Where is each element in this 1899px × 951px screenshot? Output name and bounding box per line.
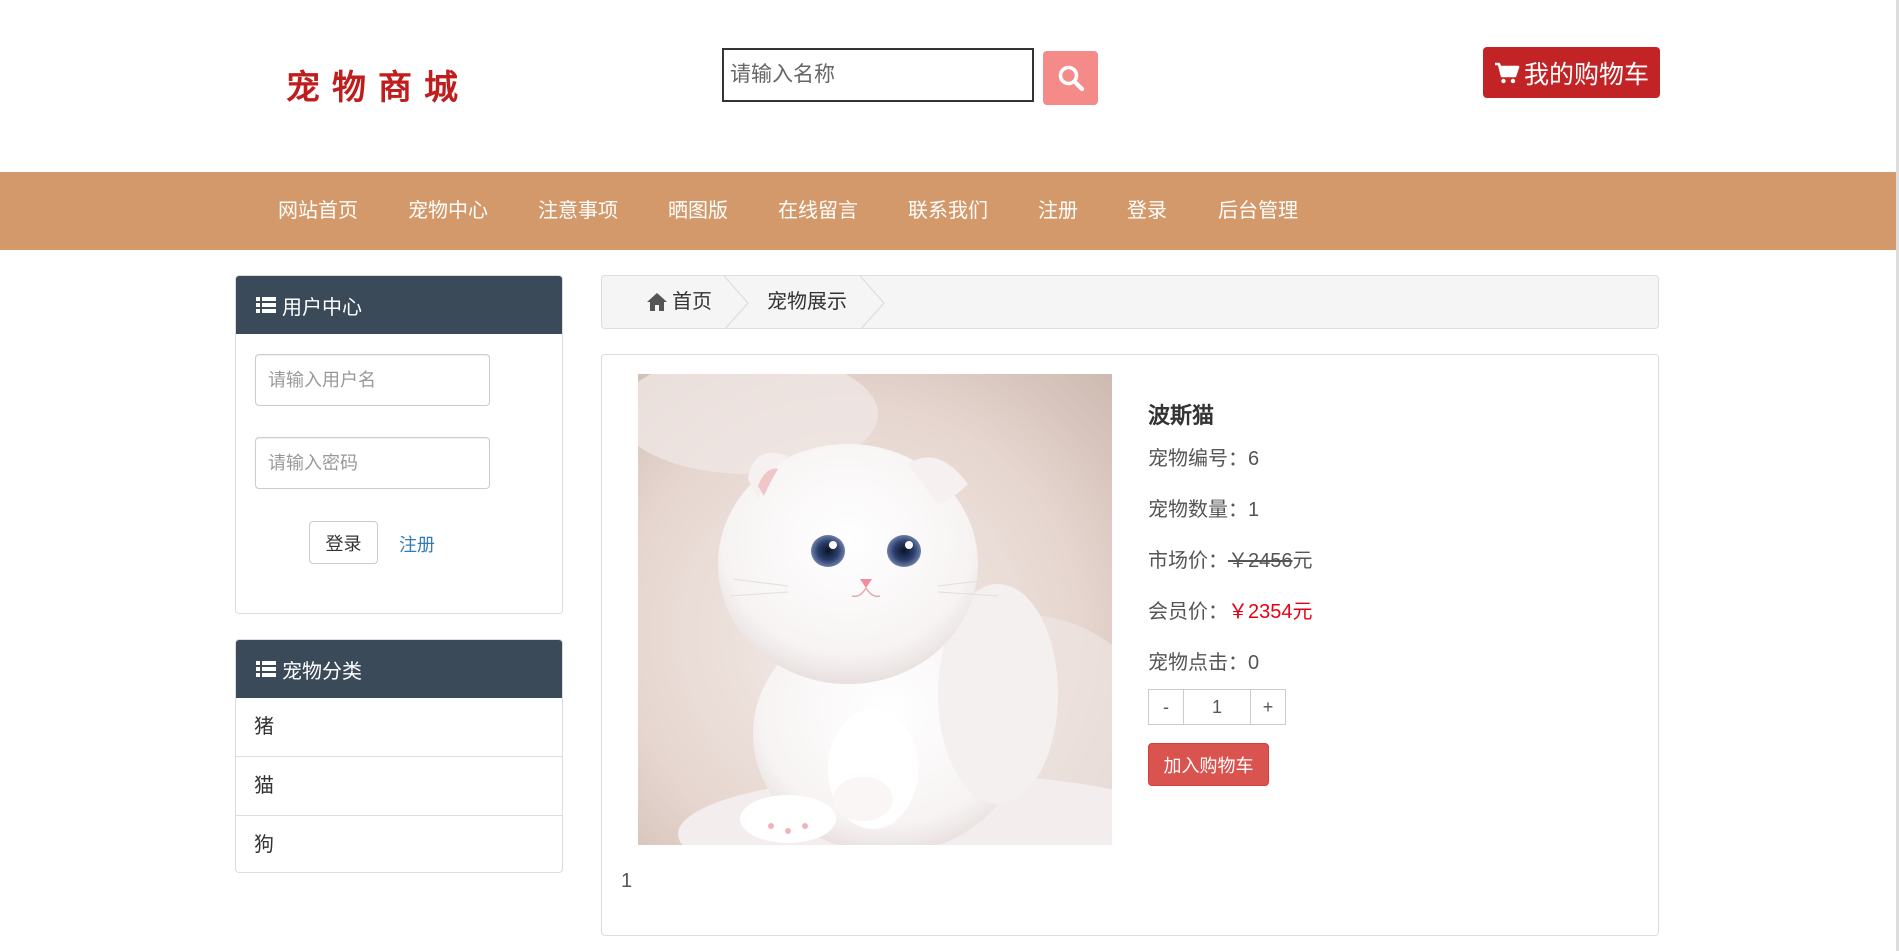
pet-category-panel: 宠物分类 猪 猫 狗	[235, 639, 563, 873]
breadcrumb-home[interactable]: 首页	[646, 276, 712, 328]
login-button[interactable]: 登录	[309, 521, 378, 564]
user-center-title: 用户中心	[282, 296, 362, 319]
my-cart-label: 我的购物车	[1523, 60, 1649, 89]
pet-number-row: 宠物编号：6	[1148, 442, 1259, 471]
member-price-row: 会员价：￥2354元	[1148, 595, 1313, 624]
pet-quantity-value: 1	[1248, 499, 1260, 521]
nav-item-register[interactable]: 注册	[1038, 172, 1078, 250]
nav-item-pet-center[interactable]: 宠物中心	[408, 172, 488, 250]
pet-quantity-label: 宠物数量：	[1148, 499, 1248, 521]
password-input[interactable]	[255, 437, 490, 489]
breadcrumb-separator	[724, 276, 749, 328]
cart-icon	[1494, 62, 1520, 83]
pet-name: 波斯猫	[1148, 403, 1215, 428]
search-button[interactable]	[1043, 51, 1098, 105]
user-center-panel: 用户中心 登录 注册	[235, 275, 563, 614]
category-item-dog[interactable]: 狗	[236, 815, 562, 872]
breadcrumb-current: 宠物展示	[767, 291, 847, 313]
quantity-decrease-button[interactable]: -	[1149, 690, 1183, 724]
nav-item-login[interactable]: 登录	[1127, 172, 1167, 250]
pet-clicks-label: 宠物点击：	[1148, 652, 1248, 674]
list-icon	[256, 661, 276, 677]
pet-quantity-row: 宠物数量：1	[1148, 493, 1259, 522]
site-header: 宠物商城 我的购物车	[0, 0, 1899, 172]
member-price-value: ￥2354元	[1228, 601, 1313, 623]
pet-category-header: 宠物分类	[236, 640, 562, 698]
list-icon	[256, 297, 276, 313]
username-input[interactable]	[255, 354, 490, 406]
pet-category-title: 宠物分类	[282, 660, 362, 683]
add-to-cart-button[interactable]: 加入购物车	[1148, 743, 1269, 786]
site-logo[interactable]: 宠物商城	[286, 60, 470, 109]
user-center-header: 用户中心	[236, 276, 562, 334]
market-price-label: 市场价：	[1148, 550, 1228, 572]
quantity-input[interactable]	[1183, 690, 1251, 724]
market-price-value: ￥2456	[1228, 550, 1293, 572]
pet-image	[638, 374, 1112, 845]
market-price-row: 市场价：￥2456元	[1148, 544, 1313, 573]
breadcrumb-home-label: 首页	[672, 291, 712, 313]
breadcrumb: 首页 宠物展示	[601, 275, 1659, 329]
home-icon	[647, 293, 667, 311]
nav-item-notes[interactable]: 注意事项	[538, 172, 618, 250]
pet-number-label: 宠物编号：	[1148, 448, 1248, 470]
pet-clicks-value: 0	[1248, 652, 1260, 674]
search-icon	[1058, 65, 1084, 92]
page-number[interactable]: 1	[621, 870, 632, 893]
quantity-stepper: - +	[1148, 689, 1286, 725]
persian-cat-photo	[638, 374, 1112, 845]
nav-item-photo-board[interactable]: 晒图版	[668, 172, 728, 250]
quantity-increase-button[interactable]: +	[1251, 690, 1285, 724]
nav-item-admin[interactable]: 后台管理	[1218, 172, 1298, 250]
nav-item-contact[interactable]: 联系我们	[908, 172, 988, 250]
pet-clicks-row: 宠物点击：0	[1148, 646, 1259, 675]
category-item-cat[interactable]: 猫	[236, 756, 562, 815]
category-item-pig[interactable]: 猪	[236, 698, 562, 756]
nav-item-home[interactable]: 网站首页	[278, 172, 358, 250]
member-price-label: 会员价：	[1148, 601, 1228, 623]
search-input[interactable]	[722, 48, 1034, 102]
my-cart-button[interactable]: 我的购物车	[1483, 47, 1660, 98]
main-nav: 网站首页 宠物中心 注意事项 晒图版 在线留言 联系我们 注册 登录 后台管理	[0, 172, 1896, 250]
nav-item-guestbook[interactable]: 在线留言	[778, 172, 858, 250]
pet-number-value: 6	[1248, 448, 1260, 470]
register-link[interactable]: 注册	[399, 531, 435, 557]
breadcrumb-separator	[860, 276, 885, 328]
market-price-unit: 元	[1292, 550, 1313, 572]
